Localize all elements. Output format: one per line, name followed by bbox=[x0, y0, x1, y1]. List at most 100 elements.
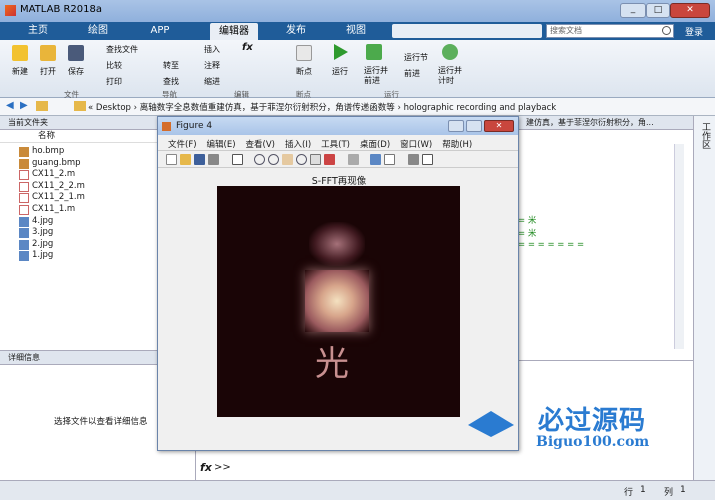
print-icon[interactable] bbox=[208, 154, 219, 165]
menu-file[interactable]: 文件(F) bbox=[168, 138, 197, 150]
close-button[interactable]: ✕ bbox=[670, 3, 710, 18]
run-time-button[interactable]: 运行并 计时 bbox=[438, 66, 462, 86]
menu-help[interactable]: 帮助(H) bbox=[442, 138, 472, 150]
row-value: 1 bbox=[640, 485, 646, 495]
jpg-file-icon bbox=[19, 239, 29, 250]
editor-scrollbar[interactable] bbox=[674, 144, 684, 349]
zoom-in-icon[interactable] bbox=[254, 154, 265, 165]
figure-maximize-button[interactable] bbox=[466, 120, 482, 132]
find-files-button[interactable]: 查找文件 bbox=[106, 44, 138, 55]
open-button[interactable]: 打开 bbox=[40, 66, 56, 77]
code-line: = = = = = = = bbox=[518, 240, 585, 250]
minimize-button[interactable]: _ bbox=[620, 3, 646, 18]
search-icon[interactable] bbox=[662, 26, 671, 35]
back-icon[interactable]: ◀ bbox=[6, 100, 14, 111]
col-label: 列 bbox=[664, 488, 674, 498]
run-advance-button[interactable]: 运行并 前进 bbox=[364, 66, 388, 86]
indent-button[interactable]: 缩进 bbox=[204, 76, 220, 87]
fx-icon[interactable]: fx bbox=[242, 42, 253, 53]
pan-icon[interactable] bbox=[282, 154, 293, 165]
reconstructed-character: 光 bbox=[315, 344, 349, 384]
new-button[interactable]: 新建 bbox=[12, 66, 28, 77]
comment-button[interactable]: 注释 bbox=[204, 60, 220, 71]
m-file-icon bbox=[19, 170, 29, 181]
workspace-tab[interactable]: 工作区 bbox=[699, 122, 712, 149]
new-icon bbox=[12, 45, 28, 61]
up-folder-icon[interactable] bbox=[36, 101, 48, 111]
tab-plots[interactable]: 绘图 bbox=[80, 22, 116, 40]
colorbar-icon[interactable] bbox=[370, 154, 381, 165]
figure-window[interactable]: Figure 4 ✕ 文件(F) 编辑(E) 查看(V) 插入(I) 工具(T) 桌面(D… bbox=[157, 116, 519, 451]
tab-apps[interactable]: APP bbox=[142, 22, 178, 40]
watermark-url: Biguo100.com bbox=[536, 434, 650, 450]
tab-publish[interactable]: 发布 bbox=[278, 22, 314, 40]
jpg-file-icon bbox=[19, 228, 29, 239]
run-time-icon bbox=[442, 44, 458, 60]
col-value: 1 bbox=[680, 485, 686, 495]
jpg-file-icon bbox=[19, 251, 29, 262]
search-input[interactable]: 搜索文档 bbox=[546, 24, 674, 38]
insert-button[interactable]: 插入 bbox=[204, 44, 220, 55]
data-cursor-icon[interactable] bbox=[310, 154, 321, 165]
figure-icon bbox=[162, 122, 171, 131]
rotate-icon[interactable] bbox=[296, 154, 307, 165]
run-section-button[interactable]: 运行节 bbox=[404, 52, 428, 63]
brush-icon[interactable] bbox=[324, 154, 335, 165]
save-icon[interactable] bbox=[194, 154, 205, 165]
title-bar: MATLAB R2018a _ □ ✕ bbox=[0, 0, 715, 22]
toolstrip-tabs: 主页 绘图 APP 编辑器 发布 视图 搜索文档 登录 bbox=[0, 22, 715, 40]
quick-access-toolbar bbox=[392, 24, 542, 38]
login-link[interactable]: 登录 bbox=[685, 25, 703, 38]
tab-home[interactable]: 主页 bbox=[20, 22, 56, 40]
command-prompt: >> bbox=[214, 462, 231, 473]
maximize-button[interactable]: □ bbox=[646, 3, 670, 18]
pointer-icon[interactable] bbox=[232, 154, 243, 165]
figure-close-button[interactable]: ✕ bbox=[484, 120, 514, 132]
run-icon bbox=[334, 44, 348, 60]
image-file-icon bbox=[19, 158, 29, 169]
breakpoints-button[interactable]: 断点 bbox=[296, 66, 312, 77]
figure-toolbar bbox=[158, 151, 518, 168]
new-figure-icon[interactable] bbox=[166, 154, 177, 165]
address-bar: ◀ ▶ « Desktop › 离轴数字全息数值重建仿真，基于菲涅尔衍射积分，角… bbox=[0, 98, 715, 116]
figure-title-bar: Figure 4 ✕ bbox=[158, 117, 518, 135]
figure-title: Figure 4 bbox=[176, 121, 213, 131]
menu-window[interactable]: 窗口(W) bbox=[400, 138, 432, 150]
open-icon bbox=[40, 45, 56, 61]
save-button[interactable]: 保存 bbox=[68, 66, 84, 77]
ribbon: 新建 打开 保存 查找文件 比较 打印 文件 转至 查找 导航 插入 注释 缩进… bbox=[0, 40, 715, 99]
tab-view[interactable]: 视图 bbox=[338, 22, 374, 40]
forward-icon[interactable]: ▶ bbox=[20, 100, 28, 111]
menu-insert[interactable]: 插入(I) bbox=[285, 138, 311, 150]
menu-edit[interactable]: 编辑(E) bbox=[207, 138, 236, 150]
find-button[interactable]: 查找 bbox=[163, 76, 179, 87]
show-plot-tools-icon[interactable] bbox=[422, 154, 433, 165]
m-file-icon bbox=[19, 204, 29, 215]
open-icon[interactable] bbox=[180, 154, 191, 165]
current-path[interactable]: « Desktop › 离轴数字全息数值重建仿真，基于菲涅尔衍射积分，角谱传递函… bbox=[88, 101, 556, 113]
link-icon[interactable] bbox=[348, 154, 359, 165]
reconstructed-bright-square bbox=[305, 270, 369, 332]
row-label: 行 bbox=[624, 488, 634, 498]
run-button[interactable]: 运行 bbox=[332, 66, 348, 77]
menu-tools[interactable]: 工具(T) bbox=[321, 138, 350, 150]
compare-button[interactable]: 比较 bbox=[106, 60, 122, 71]
advance-button[interactable]: 前进 bbox=[404, 68, 420, 79]
graduation-cap-icon bbox=[468, 411, 514, 425]
breakpoint-icon bbox=[296, 45, 312, 61]
jpg-file-icon bbox=[19, 216, 29, 227]
menu-desktop[interactable]: 桌面(D) bbox=[360, 138, 390, 150]
graduation-cap-base bbox=[468, 425, 514, 437]
image-file-icon bbox=[19, 147, 29, 157]
print-button[interactable]: 打印 bbox=[106, 76, 122, 87]
hide-plot-tools-icon[interactable] bbox=[408, 154, 419, 165]
plot-title: S-FFT再现像 bbox=[311, 176, 367, 187]
menu-view[interactable]: 查看(V) bbox=[246, 138, 275, 150]
zoom-out-icon[interactable] bbox=[268, 154, 279, 165]
m-file-icon bbox=[19, 193, 29, 204]
figure-minimize-button[interactable] bbox=[448, 120, 464, 132]
goto-button[interactable]: 转至 bbox=[163, 60, 179, 71]
m-file-icon bbox=[19, 181, 29, 192]
tab-editor[interactable]: 编辑器 bbox=[210, 23, 258, 40]
legend-icon[interactable] bbox=[384, 154, 395, 165]
